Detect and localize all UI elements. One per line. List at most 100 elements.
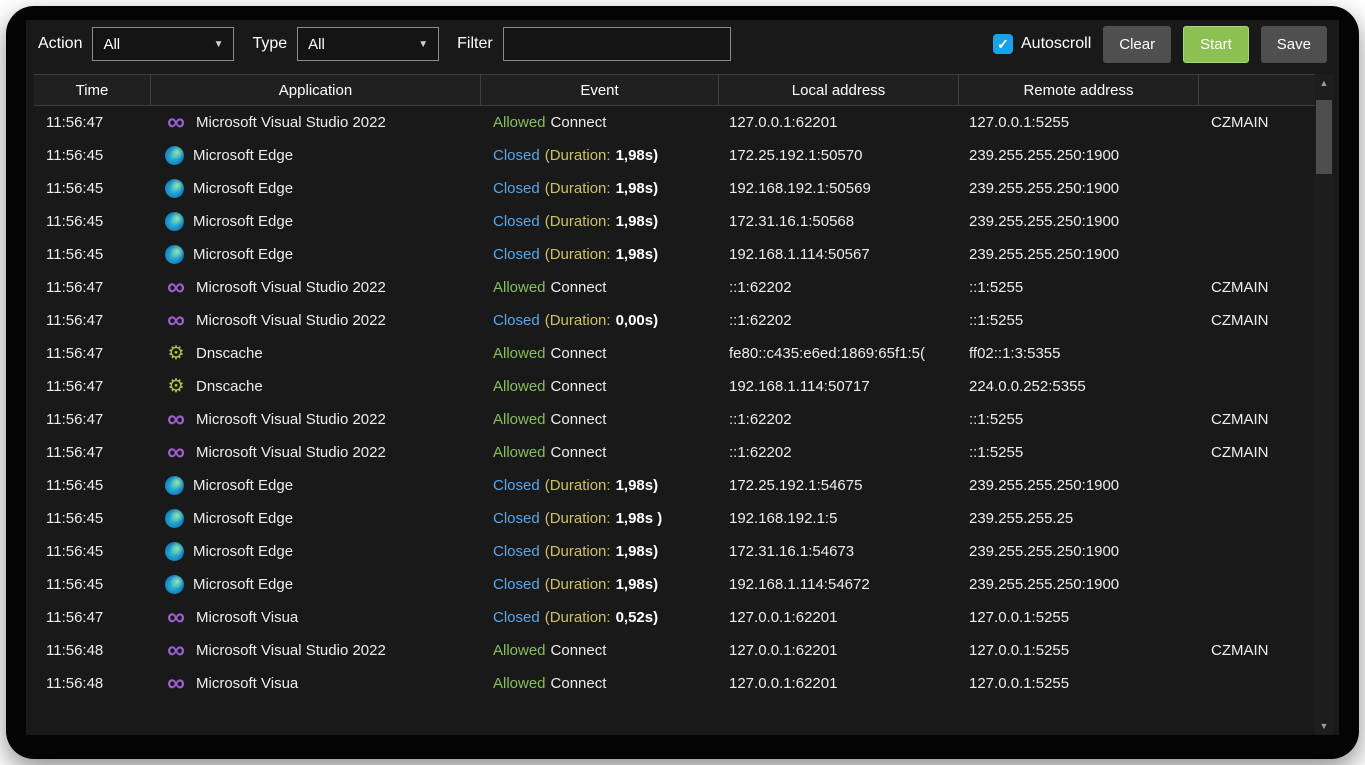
table-row[interactable]: 11:56:47∞Microsoft Visual Studio 2022All… [34, 403, 1315, 436]
edge-icon [165, 542, 184, 561]
action-dropdown[interactable]: All ▼ [92, 27, 234, 61]
application-cell: ⚙Dnscache [151, 370, 481, 403]
application-name: Microsoft Edge [193, 543, 293, 560]
host-cell [1199, 667, 1315, 700]
local-address-cell: 192.168.1.114:50717 [719, 370, 959, 403]
event-detail: Connect [551, 675, 607, 692]
host-cell [1199, 469, 1315, 502]
table-row[interactable]: 11:56:47∞Microsoft Visual Studio 2022All… [34, 436, 1315, 469]
table-row[interactable]: 11:56:45Microsoft EdgeClosed(Duration:1,… [34, 139, 1315, 172]
application-name: Microsoft Visual Studio 2022 [196, 312, 386, 329]
application-cell: ∞Microsoft Visual Studio 2022 [151, 106, 481, 139]
header-host[interactable] [1199, 75, 1315, 105]
event-cell: Closed(Duration:1,98s) [481, 139, 719, 172]
service-gear-icon: ⚙ [165, 376, 187, 398]
local-address-cell: 172.31.16.1:50568 [719, 205, 959, 238]
time-cell: 11:56:45 [34, 238, 151, 271]
table-row[interactable]: 11:56:47∞Microsoft Visual Studio 2022Clo… [34, 304, 1315, 337]
application-cell: ∞Microsoft Visua [151, 667, 481, 700]
header-event[interactable]: Event [481, 75, 719, 105]
event-duration-label: (Duration: [545, 312, 611, 329]
application-cell: ∞Microsoft Visual Studio 2022 [151, 634, 481, 667]
event-status: Closed [493, 609, 540, 626]
table-row[interactable]: 11:56:45Microsoft EdgeClosed(Duration:1,… [34, 205, 1315, 238]
table-row[interactable]: 11:56:48∞Microsoft VisuaAllowedConnect12… [34, 667, 1315, 700]
filter-label: Filter [457, 35, 493, 53]
host-cell [1199, 502, 1315, 535]
start-button[interactable]: Start [1183, 26, 1249, 63]
type-label: Type [252, 35, 287, 53]
time-cell: 11:56:47 [34, 304, 151, 337]
time-cell: 11:56:45 [34, 139, 151, 172]
table-row[interactable]: 11:56:45Microsoft EdgeClosed(Duration:1,… [34, 502, 1315, 535]
table-row[interactable]: 11:56:45Microsoft EdgeClosed(Duration:1,… [34, 469, 1315, 502]
local-address-cell: 172.25.192.1:54675 [719, 469, 959, 502]
time-cell: 11:56:45 [34, 568, 151, 601]
event-status: Allowed [493, 411, 546, 428]
host-cell [1199, 172, 1315, 205]
service-gear-icon: ⚙ [165, 343, 187, 365]
table-row[interactable]: 11:56:47∞Microsoft Visual Studio 2022All… [34, 271, 1315, 304]
table-row[interactable]: 11:56:45Microsoft EdgeClosed(Duration:1,… [34, 172, 1315, 205]
host-cell [1199, 601, 1315, 634]
scroll-up-icon[interactable]: ▲ [1315, 74, 1333, 92]
application-cell: Microsoft Edge [151, 238, 481, 271]
application-name: Microsoft Edge [193, 510, 293, 527]
table-row[interactable]: 11:56:45Microsoft EdgeClosed(Duration:1,… [34, 238, 1315, 271]
table-row[interactable]: 11:56:45Microsoft EdgeClosed(Duration:1,… [34, 535, 1315, 568]
scroll-down-icon[interactable]: ▼ [1315, 717, 1333, 735]
checkbox-checked-icon[interactable]: ✓ [993, 34, 1013, 54]
event-cell: AllowedConnect [481, 403, 719, 436]
table-row[interactable]: 11:56:48∞Microsoft Visual Studio 2022All… [34, 634, 1315, 667]
event-cell: Closed(Duration:1,98s) [481, 238, 719, 271]
event-status: Allowed [493, 642, 546, 659]
application-name: Microsoft Visual Studio 2022 [196, 279, 386, 296]
scrollbar-track[interactable] [1315, 92, 1333, 717]
event-duration-label: (Duration: [545, 477, 611, 494]
event-cell: Closed(Duration:1,98s ) [481, 502, 719, 535]
application-name: Microsoft Edge [193, 180, 293, 197]
local-address-cell: ::1:62202 [719, 304, 959, 337]
event-duration-value: 1,98s) [616, 477, 659, 494]
event-status: Closed [493, 312, 540, 329]
header-local-address[interactable]: Local address [719, 75, 959, 105]
header-application[interactable]: Application [151, 75, 481, 105]
table-row[interactable]: 11:56:47⚙DnscacheAllowedConnectfe80::c43… [34, 337, 1315, 370]
visual-studio-icon: ∞ [165, 640, 187, 662]
toolbar-right-group: ✓ Autoscroll Clear Start Save [993, 26, 1327, 63]
filter-input[interactable] [503, 27, 731, 61]
event-detail: Connect [551, 378, 607, 395]
type-dropdown[interactable]: All ▼ [297, 27, 439, 61]
chevron-down-icon: ▼ [214, 39, 224, 50]
table-row[interactable]: 11:56:47∞Microsoft Visual Studio 2022All… [34, 106, 1315, 139]
save-button[interactable]: Save [1261, 26, 1327, 63]
event-detail: Connect [551, 345, 607, 362]
remote-address-cell: ::1:5255 [959, 403, 1199, 436]
table-row[interactable]: 11:56:47⚙DnscacheAllowedConnect192.168.1… [34, 370, 1315, 403]
table-header: Time Application Event Local address Rem… [34, 74, 1315, 106]
event-cell: AllowedConnect [481, 337, 719, 370]
table-row[interactable]: 11:56:47∞Microsoft VisuaClosed(Duration:… [34, 601, 1315, 634]
event-status: Closed [493, 147, 540, 164]
chevron-down-icon: ▼ [418, 39, 428, 50]
remote-address-cell: 239.255.255.250:1900 [959, 139, 1199, 172]
edge-icon [165, 245, 184, 264]
edge-icon [165, 509, 184, 528]
local-address-cell: ::1:62202 [719, 436, 959, 469]
scrollbar[interactable]: ▲ ▼ [1315, 74, 1333, 735]
header-time[interactable]: Time [34, 75, 151, 105]
clear-button[interactable]: Clear [1103, 26, 1171, 63]
visual-studio-icon: ∞ [165, 673, 187, 695]
time-cell: 11:56:47 [34, 403, 151, 436]
event-cell: Closed(Duration:1,98s) [481, 535, 719, 568]
event-cell: AllowedConnect [481, 271, 719, 304]
autoscroll-checkbox[interactable]: ✓ Autoscroll [993, 34, 1091, 54]
header-remote-address[interactable]: Remote address [959, 75, 1199, 105]
edge-icon [165, 575, 184, 594]
event-detail: Connect [551, 279, 607, 296]
scrollbar-thumb[interactable] [1316, 100, 1332, 174]
event-cell: Closed(Duration:1,98s) [481, 205, 719, 238]
table-row[interactable]: 11:56:45Microsoft EdgeClosed(Duration:1,… [34, 568, 1315, 601]
time-cell: 11:56:48 [34, 667, 151, 700]
application-cell: ∞Microsoft Visual Studio 2022 [151, 436, 481, 469]
